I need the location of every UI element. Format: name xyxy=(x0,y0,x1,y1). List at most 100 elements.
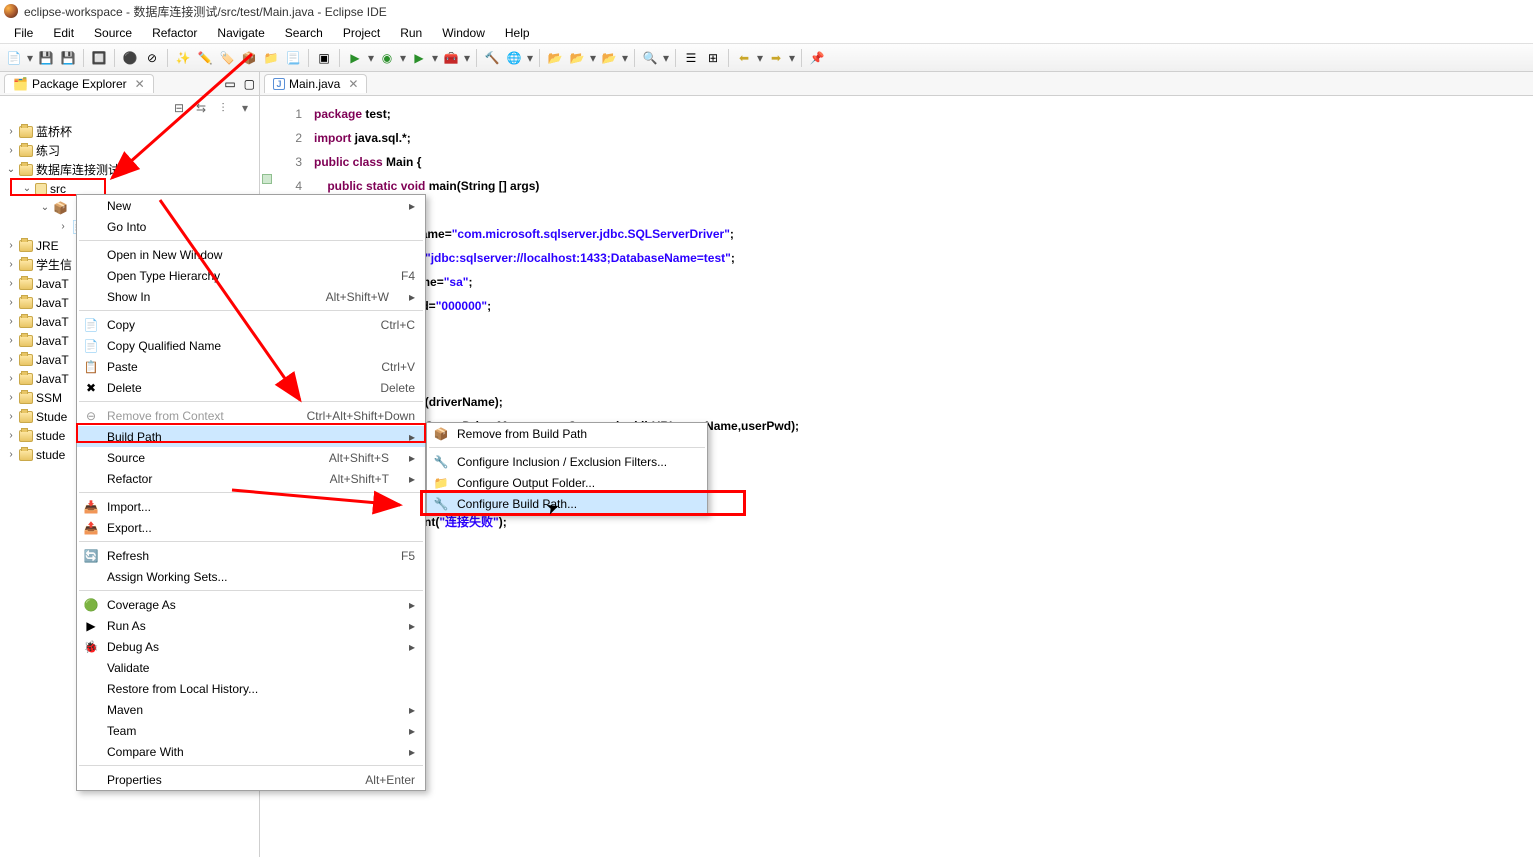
dropdown-icon[interactable]: ▾ xyxy=(431,48,439,68)
chevron-right-icon[interactable]: › xyxy=(6,430,16,441)
new-folder-icon[interactable]: 📂 xyxy=(545,48,565,68)
wand-icon[interactable]: ✨ xyxy=(173,48,193,68)
close-icon[interactable]: ✕ xyxy=(135,77,145,91)
collapse-all-icon[interactable]: ⊟ xyxy=(171,100,187,116)
maximize-icon[interactable]: ▢ xyxy=(240,77,259,91)
chevron-right-icon[interactable]: › xyxy=(6,126,16,137)
menu-item[interactable]: 🐞Debug As▸ xyxy=(77,636,425,657)
filter-icon[interactable]: ⫶ xyxy=(215,100,231,116)
run-icon[interactable]: ▶ xyxy=(409,48,429,68)
debug-breakpoint-icon[interactable]: ⚫ xyxy=(120,48,140,68)
menu-item[interactable]: Restore from Local History... xyxy=(77,678,425,699)
dropdown-icon[interactable]: ▾ xyxy=(526,48,534,68)
package-icon[interactable]: 📦 xyxy=(239,48,259,68)
chevron-right-icon[interactable]: › xyxy=(6,278,16,289)
menu-refactor[interactable]: Refactor xyxy=(142,24,207,42)
project-item[interactable]: ›练习 xyxy=(0,141,259,160)
back-icon[interactable]: ⬅ xyxy=(734,48,754,68)
dropdown-icon[interactable]: ▾ xyxy=(399,48,407,68)
dropdown-icon[interactable]: ▾ xyxy=(26,48,34,68)
skip-breakpoints-icon[interactable]: ⊘ xyxy=(142,48,162,68)
build-path-submenu[interactable]: 📦Remove from Build Path🔧Configure Inclus… xyxy=(426,422,708,515)
dropdown-icon[interactable]: ▾ xyxy=(463,48,471,68)
project-item[interactable]: ›蓝桥杯 xyxy=(0,122,259,141)
search-icon[interactable]: 🔍 xyxy=(640,48,660,68)
chevron-down-icon[interactable]: ⌄ xyxy=(6,164,16,175)
link-editor-icon[interactable]: ⇆ xyxy=(193,100,209,116)
context-menu[interactable]: New▸Go Into Open in New WindowOpen Type H… xyxy=(76,194,426,791)
forward-icon[interactable]: ➡ xyxy=(766,48,786,68)
menu-item[interactable]: Open in New Window xyxy=(77,244,425,265)
chevron-right-icon[interactable]: › xyxy=(6,297,16,308)
menu-item[interactable]: 📤Export... xyxy=(77,517,425,538)
menu-window[interactable]: Window xyxy=(432,24,495,42)
menu-item[interactable]: 🔄RefreshF5 xyxy=(77,545,425,566)
doc-icon[interactable]: 📃 xyxy=(283,48,303,68)
close-icon[interactable]: ✕ xyxy=(348,77,358,91)
filter-icon[interactable]: ⊞ xyxy=(703,48,723,68)
chevron-right-icon[interactable]: › xyxy=(6,240,16,251)
menu-item[interactable]: Compare With▸ xyxy=(77,741,425,762)
menu-item[interactable]: PropertiesAlt+Enter xyxy=(77,769,425,790)
chevron-right-icon[interactable]: › xyxy=(6,411,16,422)
chevron-right-icon[interactable]: › xyxy=(6,354,16,365)
dropdown-icon[interactable]: ▾ xyxy=(589,48,597,68)
menu-item[interactable]: Open Type HierarchyF4 xyxy=(77,265,425,286)
menu-item[interactable]: Team▸ xyxy=(77,720,425,741)
chevron-right-icon[interactable]: › xyxy=(6,259,16,270)
new-package-icon[interactable]: 📂 xyxy=(599,48,619,68)
save-all-icon[interactable]: 💾 xyxy=(58,48,78,68)
terminal-icon[interactable]: ▣ xyxy=(314,48,334,68)
menu-item[interactable]: 🟢Coverage As▸ xyxy=(77,594,425,615)
chevron-right-icon[interactable]: › xyxy=(6,392,16,403)
package-explorer-tab[interactable]: 🗂️ Package Explorer ✕ xyxy=(4,74,154,93)
menu-navigate[interactable]: Navigate xyxy=(207,24,274,42)
menu-item[interactable]: Maven▸ xyxy=(77,699,425,720)
menu-help[interactable]: Help xyxy=(495,24,540,42)
pencil-icon[interactable]: ✏️ xyxy=(195,48,215,68)
dropdown-icon[interactable]: ▾ xyxy=(621,48,629,68)
menu-file[interactable]: File xyxy=(4,24,43,42)
menu-item[interactable]: 🔧Configure Inclusion / Exclusion Filters… xyxy=(427,451,707,472)
minimize-icon[interactable]: ▭ xyxy=(220,77,239,91)
save-icon[interactable]: 💾 xyxy=(36,48,56,68)
menu-item[interactable]: Show InAlt+Shift+W▸ xyxy=(77,286,425,307)
view-menu-icon[interactable]: ▾ xyxy=(237,100,253,116)
tag-icon[interactable]: 🏷️ xyxy=(217,48,237,68)
new-project-icon[interactable]: 📂 xyxy=(567,48,587,68)
menu-source[interactable]: Source xyxy=(84,24,142,42)
menu-item[interactable]: RefactorAlt+Shift+T▸ xyxy=(77,468,425,489)
annotation-mark[interactable] xyxy=(262,174,272,184)
menu-run[interactable]: Run xyxy=(390,24,432,42)
menu-item[interactable]: 📁Configure Output Folder... xyxy=(427,472,707,493)
chevron-right-icon[interactable]: › xyxy=(6,316,16,327)
menu-item[interactable]: SourceAlt+Shift+S▸ xyxy=(77,447,425,468)
menu-item[interactable]: New▸ xyxy=(77,195,425,216)
menu-item[interactable]: Assign Working Sets... xyxy=(77,566,425,587)
chevron-right-icon[interactable]: › xyxy=(6,373,16,384)
ext-tools-icon[interactable]: 🧰 xyxy=(441,48,461,68)
dropdown-icon[interactable]: ▾ xyxy=(662,48,670,68)
build-icon[interactable]: 🔨 xyxy=(482,48,502,68)
project-item[interactable]: ⌄数据库连接测试 xyxy=(0,160,259,179)
menu-item[interactable]: 📄CopyCtrl+C xyxy=(77,314,425,335)
open-type-icon[interactable]: 🔲 xyxy=(89,48,109,68)
menu-project[interactable]: Project xyxy=(333,24,390,42)
menu-edit[interactable]: Edit xyxy=(43,24,84,42)
chevron-right-icon[interactable]: › xyxy=(6,449,16,460)
menu-item[interactable]: Go Into xyxy=(77,216,425,237)
pin-icon[interactable]: 📌 xyxy=(807,48,827,68)
menu-item[interactable]: Validate xyxy=(77,657,425,678)
globe-icon[interactable]: 🌐 xyxy=(504,48,524,68)
outline-icon[interactable]: ☰ xyxy=(681,48,701,68)
dropdown-icon[interactable]: ▾ xyxy=(788,48,796,68)
menu-item[interactable]: 📋PasteCtrl+V xyxy=(77,356,425,377)
menu-item[interactable]: 📄Copy Qualified Name xyxy=(77,335,425,356)
menu-search[interactable]: Search xyxy=(275,24,333,42)
coverage-icon[interactable]: ◉ xyxy=(377,48,397,68)
menu-item[interactable]: ▶Run As▸ xyxy=(77,615,425,636)
new-icon[interactable]: 📄 xyxy=(4,48,24,68)
menu-item[interactable]: ✖DeleteDelete xyxy=(77,377,425,398)
dropdown-icon[interactable]: ▾ xyxy=(367,48,375,68)
folder-icon[interactable]: 📁 xyxy=(261,48,281,68)
